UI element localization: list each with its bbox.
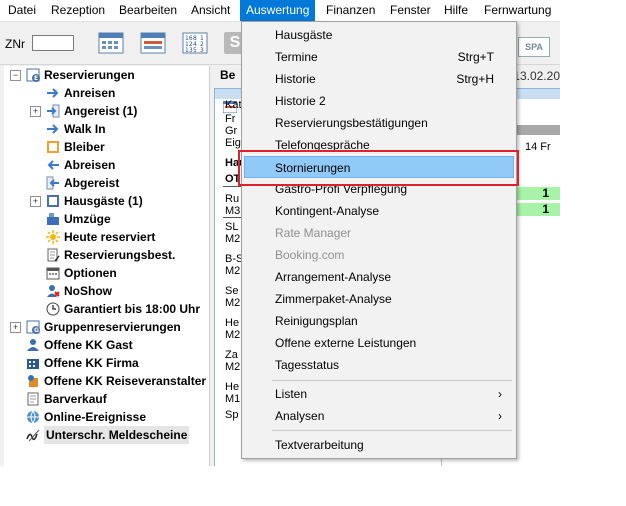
company-icon	[27, 359, 39, 369]
reservations-icon: E	[26, 68, 40, 82]
svg-text:E: E	[34, 75, 38, 82]
sun-icon	[46, 230, 60, 244]
room-plan-icon[interactable]	[98, 31, 124, 55]
globe-icon	[27, 410, 39, 424]
square-icon	[47, 141, 59, 153]
travel-icon	[28, 375, 38, 387]
grid-row-label[interactable]: Fr	[225, 113, 235, 125]
menu-auswertung[interactable]: Auswertung	[240, 0, 316, 21]
grid-row-label[interactable]: He	[225, 317, 239, 329]
auswertung-dropdown: Hausgäste Termine Strg+T Historie Strg+H H…	[241, 21, 517, 459]
person-cross-icon	[47, 285, 60, 297]
svg-text:3: 3	[200, 47, 204, 54]
document-icon	[47, 248, 60, 262]
grid-row-label[interactable]: He	[225, 381, 239, 393]
arrow-right-icon	[47, 88, 59, 98]
menu-item-historie-2[interactable]: Historie 2	[244, 90, 514, 112]
grid-row-label[interactable]: M2	[225, 361, 240, 373]
grid-row-label[interactable]: M2	[225, 233, 240, 245]
menu-bar: Datei Rezeption Bearbeiten Ansicht Auswe…	[0, 0, 560, 22]
menu-ansicht[interactable]: Ansicht	[185, 0, 236, 21]
menu-hilfe[interactable]: Hilfe	[438, 0, 474, 21]
menu-item-textverarbeitung[interactable]: Textverarbeitung	[244, 434, 514, 456]
grid-row-label[interactable]: Eig	[225, 137, 241, 149]
menu-item-arrangement-analyse[interactable]: Arrangement-Analyse	[244, 266, 514, 288]
grid-row-label[interactable]: M2	[225, 265, 240, 277]
grid-row-label[interactable]: M3	[225, 205, 240, 217]
svg-text:G: G	[34, 327, 39, 334]
group-icon: G	[26, 320, 40, 334]
svg-text:13: 13	[185, 47, 193, 54]
expand-icon[interactable]: +	[10, 322, 21, 333]
znr-input[interactable]	[32, 35, 74, 51]
menu-separator	[272, 380, 512, 381]
calendar-grid-icon[interactable]: 16 8 112 4 213 5 3	[182, 31, 208, 55]
menu-bearbeiten[interactable]: Bearbeiten	[113, 0, 183, 21]
arrow-out-icon	[46, 176, 59, 190]
menu-item-booking-com: Booking.com	[275, 248, 345, 262]
menu-item-listen[interactable]: Listen ›	[244, 383, 514, 405]
znr-label: ZNr	[5, 37, 25, 51]
grid-row-label[interactable]: M2	[225, 297, 240, 309]
menu-item-offene-externe-leistungen[interactable]: Offene externe Leistungen	[244, 332, 514, 354]
calendar-icon	[46, 267, 60, 280]
arrow-right-icon	[47, 124, 59, 134]
date-label: 13.02.20	[513, 69, 560, 83]
menu-fenster[interactable]: Fenster	[384, 0, 437, 21]
chevron-right-icon: ›	[498, 387, 502, 401]
clock-icon	[46, 302, 60, 316]
spa-button[interactable]: SPA	[518, 37, 550, 57]
menu-item-reinigungsplan[interactable]: Reinigungsplan	[244, 310, 514, 332]
arrow-left-icon	[47, 160, 59, 170]
menu-item-zimmerpaket-analyse[interactable]: Zimmerpaket-Analyse	[244, 288, 514, 310]
arrow-in-icon	[47, 104, 60, 118]
menu-item-analysen[interactable]: Analysen ›	[244, 405, 514, 427]
svg-text:5: 5	[193, 47, 197, 54]
grid-row-label[interactable]: M2	[225, 329, 240, 341]
menu-finanzen[interactable]: Finanzen	[320, 0, 381, 21]
navigation-tree: − E Reservierungen Anreisen + Angereist …	[4, 66, 210, 466]
menu-rezeption[interactable]: Rezeption	[45, 0, 111, 21]
grid-row-label[interactable]: Za	[225, 349, 238, 361]
tab-be[interactable]: Be	[220, 68, 235, 82]
menu-item-termine[interactable]: Termine Strg+T	[244, 46, 514, 68]
menu-separator	[272, 430, 512, 431]
grid-row-label[interactable]: Kat	[225, 99, 242, 111]
menu-item-historie[interactable]: Historie Strg+H	[244, 68, 514, 90]
annotation-highlight-box	[238, 150, 519, 186]
menu-item-kontingent-analyse[interactable]: Kontingent-Analyse	[244, 200, 514, 222]
menu-datei[interactable]: Datei	[2, 0, 42, 21]
fr-count: 14 Fr	[525, 141, 551, 153]
menu-item-hausgaeste[interactable]: Hausgäste	[244, 24, 514, 46]
expand-icon[interactable]: +	[30, 196, 41, 207]
menu-item-rate-manager: Rate Manager	[275, 226, 352, 240]
move-icon	[47, 213, 59, 225]
grid-row-label[interactable]: Sp	[225, 409, 238, 421]
cash-icon	[27, 392, 39, 406]
grid-row-label[interactable]: M1	[225, 393, 240, 405]
signature-icon	[26, 429, 40, 442]
grid-row-label[interactable]: Se	[225, 285, 238, 297]
person-icon	[27, 339, 39, 351]
grid-row-label[interactable]: Gr	[225, 125, 237, 137]
list-view-icon[interactable]	[140, 31, 166, 55]
square-icon	[47, 195, 59, 207]
menu-item-tagesstatus[interactable]: Tagesstatus	[244, 354, 514, 376]
expand-icon[interactable]: +	[30, 106, 41, 117]
grid-row-label[interactable]: Ru	[225, 193, 239, 205]
chevron-right-icon: ›	[498, 409, 502, 423]
menu-fernwartung[interactable]: Fernwartung	[478, 0, 557, 21]
grid-row-label[interactable]: SL	[225, 221, 238, 233]
menu-item-reservierungsbestaetigungen[interactable]: Reservierungsbestätigungen	[244, 112, 514, 134]
collapse-icon[interactable]: −	[10, 70, 21, 81]
